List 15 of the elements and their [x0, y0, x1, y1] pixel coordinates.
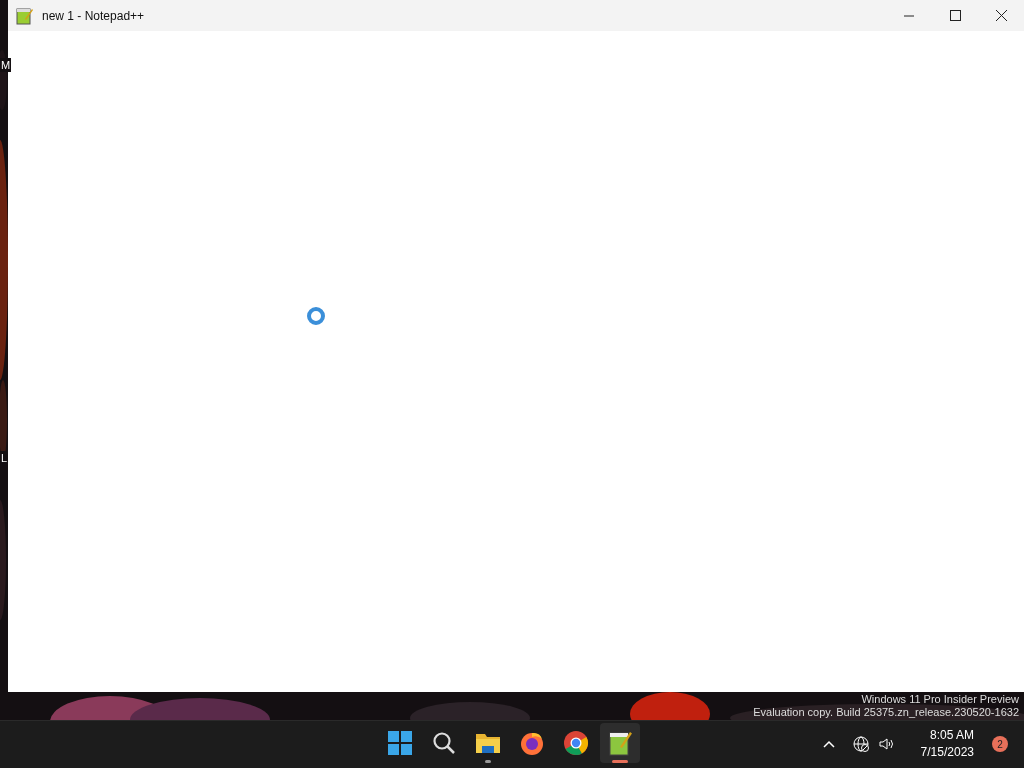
watermark-text: Evaluation copy. Build 25375.zn_release.230520-1632: [753, 706, 1019, 719]
notepad-icon: [606, 729, 634, 757]
notification-badge[interactable]: 2: [992, 736, 1008, 752]
speaker-icon[interactable]: [878, 737, 895, 751]
window-title: new 1 - Notepad++: [42, 7, 145, 25]
close-icon: [995, 10, 1007, 21]
notepad-icon: [16, 6, 34, 25]
clock[interactable]: 8:05 AM 7/15/2023: [920, 727, 974, 761]
maximize-icon: [949, 10, 961, 21]
chrome-icon: [562, 729, 590, 757]
watermark-text: Windows 11 Pro Insider Preview: [861, 693, 1019, 706]
start-icon: [386, 729, 414, 757]
globe-icon[interactable]: [852, 736, 869, 752]
chevron-up-icon[interactable]: [822, 740, 835, 748]
taskbar-button[interactable]: [600, 723, 640, 763]
